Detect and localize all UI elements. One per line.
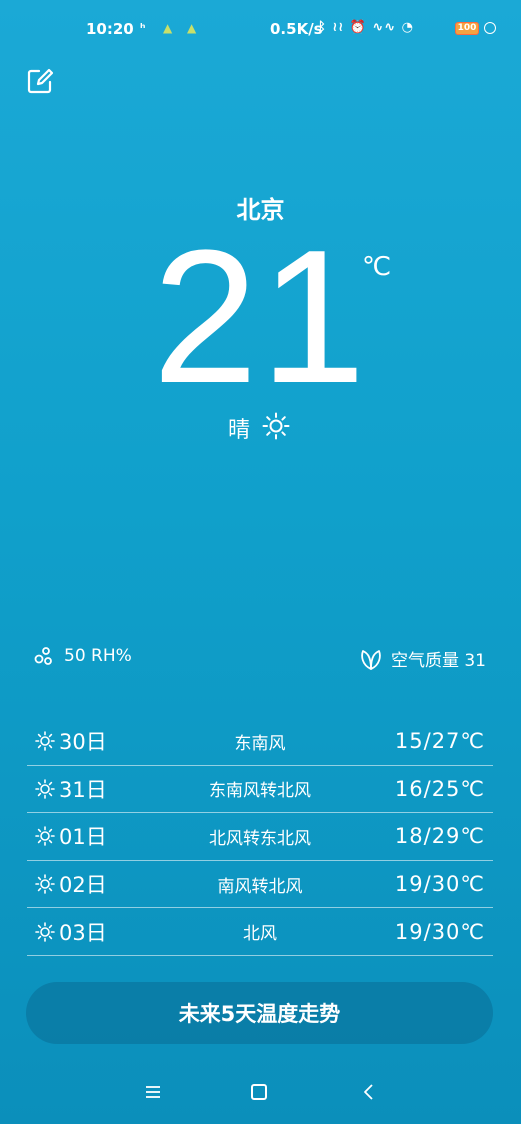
temperature-trend-button[interactable]: 未来5天温度走势: [26, 982, 493, 1044]
forecast-day: 02日: [59, 873, 107, 898]
sun-icon: [35, 731, 55, 752]
forecast-row: 30日 东南风 15/27℃: [27, 718, 493, 766]
forecast-day: 31日: [59, 777, 107, 802]
forecast-day: 30日: [59, 730, 107, 755]
humidity-icon: [34, 647, 52, 665]
sync-icon: [484, 22, 496, 34]
signal-icon: ∿∿: [372, 20, 397, 35]
forecast-row: 31日 东南风转北风 16/25℃: [27, 766, 493, 814]
notification-icon: ʰ: [140, 21, 146, 35]
vibrate-icon: ≀≀: [332, 20, 345, 35]
forecast-row: 03日 北风 19/30℃: [27, 908, 493, 956]
temperature-unit: ℃: [362, 252, 392, 282]
forecast-temp: 19/30℃: [394, 919, 485, 944]
status-icons: ᛒ ≀≀ ⏰ ∿∿ ◔: [318, 20, 414, 35]
status-bar: 10:20 ʰ ▲ ▲ 0.5K/s ᛒ ≀≀ ⏰ ∿∿ ◔ 100: [0, 0, 521, 58]
air-quality-value: 空气质量 31: [390, 651, 486, 671]
forecast-row: 02日 南风转北风 19/30℃: [27, 861, 493, 909]
warning-icon: ▲: [187, 21, 197, 35]
status-time: 10:20: [86, 20, 134, 38]
wifi-icon: ◔: [401, 20, 415, 35]
leaf-icon: [361, 649, 381, 670]
humidity-value: 50 RH%: [64, 646, 132, 666]
air-quality: 空气质量 31: [359, 646, 486, 671]
forecast-temp: 18/29℃: [394, 824, 485, 849]
sun-icon: [35, 921, 55, 942]
network-speed: 0.5K/s: [270, 20, 323, 38]
alarm-icon: ⏰: [349, 20, 367, 35]
sun-icon: [35, 826, 55, 847]
forecast-list: 30日 东南风 15/27℃ 31日 东南风转北风 16/25℃ 01日 北风转…: [27, 718, 493, 956]
forecast-temp: 19/30℃: [394, 872, 485, 897]
current-temperature: 21: [152, 211, 368, 423]
home-icon[interactable]: [251, 1084, 267, 1100]
edit-icon[interactable]: [27, 68, 53, 94]
weather-condition: 晴: [228, 418, 251, 443]
forecast-day: 03日: [59, 920, 107, 945]
forecast-temp: 15/27℃: [394, 729, 485, 754]
menu-icon[interactable]: [143, 1084, 163, 1100]
warning-icon: ▲: [163, 21, 173, 35]
humidity: 50 RH%: [34, 646, 132, 666]
sun-icon: [35, 874, 55, 894]
forecast-row: 01日 北风转东北风 18/29℃: [27, 813, 493, 861]
bluetooth-icon: ᛒ: [318, 20, 327, 35]
sun-icon: [35, 779, 55, 799]
battery-icon: 100: [455, 22, 479, 35]
forecast-day: 01日: [59, 825, 107, 850]
navigation-bar: [0, 1070, 521, 1116]
sun-icon: [262, 412, 290, 440]
back-icon[interactable]: [360, 1082, 376, 1102]
forecast-temp: 16/25℃: [394, 776, 485, 801]
